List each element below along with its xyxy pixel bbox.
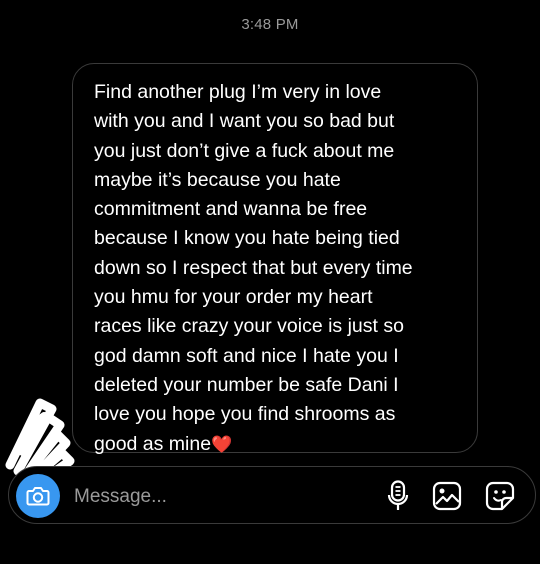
gallery-button[interactable]	[430, 479, 464, 513]
camera-icon	[26, 487, 50, 506]
heart-emoji: ❤️	[211, 434, 233, 454]
message-input[interactable]	[72, 481, 366, 513]
message-body: Find another plug I’m very in love with …	[94, 81, 413, 455]
bottom-safe-area	[0, 540, 540, 564]
received-message-bubble[interactable]: Find another plug I’m very in love with …	[72, 63, 478, 455]
camera-button[interactable]	[16, 474, 60, 518]
message-text: Find another plug I’m very in love with …	[94, 78, 461, 459]
microphone-icon	[387, 480, 409, 510]
dm-conversation-screen: 3:48 PM Find another plug I’m very in lo…	[0, 0, 540, 564]
sticker-icon	[485, 481, 515, 511]
message-timestamp: 3:48 PM	[241, 16, 299, 33]
sticker-button[interactable]	[483, 479, 517, 513]
microphone-button[interactable]	[381, 479, 415, 513]
gallery-icon	[432, 481, 462, 511]
message-composer	[8, 466, 536, 524]
